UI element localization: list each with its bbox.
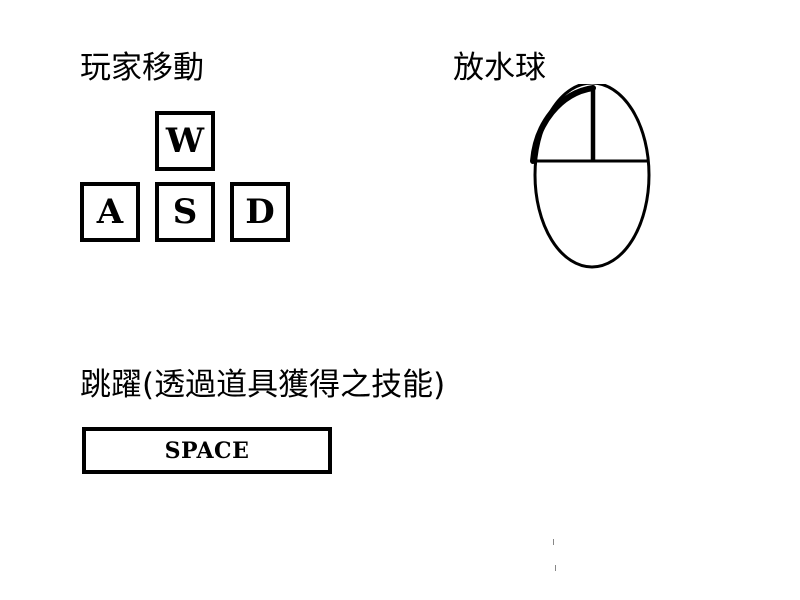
mouse-left-click-icon xyxy=(530,84,651,269)
key-space: SPACE xyxy=(82,427,332,474)
artifact-mark xyxy=(555,565,556,571)
key-w: W xyxy=(155,111,215,171)
move-title: 玩家移動 xyxy=(80,50,204,86)
key-a: A xyxy=(80,182,140,242)
artifact-mark xyxy=(553,539,554,545)
key-s: S xyxy=(155,182,215,242)
jump-title: 跳躍(透過道具獲得之技能) xyxy=(80,367,446,403)
shoot-title: 放水球 xyxy=(453,50,546,86)
key-d: D xyxy=(230,182,290,242)
